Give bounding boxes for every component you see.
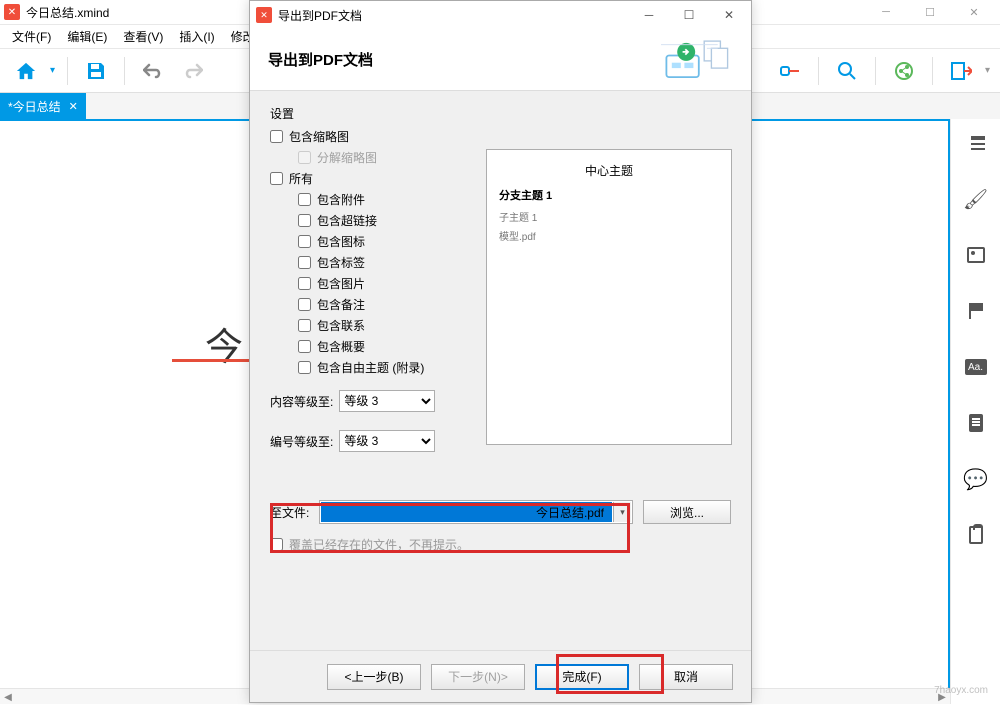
- checkbox-include-thumbnail[interactable]: 包含缩略图: [270, 128, 731, 145]
- image-icon[interactable]: [964, 243, 988, 267]
- dialog-maximize-button[interactable]: ☐: [669, 2, 709, 28]
- menu-insert[interactable]: 插入(I): [173, 26, 220, 47]
- export-icon[interactable]: [945, 55, 977, 87]
- menu-view[interactable]: 查看(V): [117, 26, 169, 47]
- tab-close-icon[interactable]: ✕: [69, 100, 78, 113]
- menu-edit[interactable]: 编辑(E): [61, 26, 113, 47]
- main-close-button[interactable]: ✕: [952, 0, 996, 25]
- save-icon[interactable]: [80, 55, 112, 87]
- font-icon[interactable]: Aa.: [964, 355, 988, 379]
- canvas-title-underline: [172, 359, 258, 362]
- dialog-minimize-button[interactable]: ─: [629, 2, 669, 28]
- number-level-label: 编号等级至:: [270, 433, 333, 450]
- undo-icon[interactable]: [137, 55, 169, 87]
- settings-label: 设置: [270, 105, 731, 122]
- dialog-heading: 导出到PDF文档: [268, 49, 373, 70]
- outline-icon[interactable]: [964, 131, 988, 155]
- cancel-button[interactable]: 取消: [639, 664, 733, 690]
- file-label: 至文件:: [270, 504, 309, 521]
- topic-icon[interactable]: [774, 55, 806, 87]
- style-icon[interactable]: 🖌: [964, 187, 988, 211]
- back-button[interactable]: <上一步(B): [327, 664, 421, 690]
- preview-branch: 分支主题 1: [499, 187, 719, 203]
- dialog-footer: <上一步(B) 下一步(N)> 完成(F) 取消: [250, 650, 751, 702]
- content-level-select[interactable]: 等级 3: [339, 390, 435, 412]
- preview-center-topic: 中心主题: [499, 162, 719, 179]
- watermark: 7haoyx.com: [934, 685, 988, 696]
- preview-file: 模型.pdf: [499, 228, 719, 243]
- comments-icon[interactable]: 💬: [964, 467, 988, 491]
- file-path-value: 今日总结.pdf: [536, 504, 604, 521]
- browse-button[interactable]: 浏览...: [643, 500, 731, 524]
- marker-icon[interactable]: [964, 299, 988, 323]
- main-minimize-button[interactable]: ─: [864, 0, 908, 25]
- tab-title: *今日总结: [8, 98, 61, 115]
- number-level-select[interactable]: 等级 3: [339, 430, 435, 452]
- next-button: 下一步(N)>: [431, 664, 525, 690]
- dialog-close-button[interactable]: ✕: [709, 2, 749, 28]
- main-title: 今日总结.xmind: [26, 4, 109, 21]
- finish-button[interactable]: 完成(F): [535, 664, 629, 690]
- zoom-icon[interactable]: [831, 55, 863, 87]
- export-pdf-dialog: 导出到PDF文档 ─ ☐ ✕ 导出到PDF文档 设置 包含缩略图 分解缩略图 所…: [249, 0, 752, 703]
- right-panel: 🖌 Aa. 💬: [950, 119, 1000, 704]
- scroll-left-icon[interactable]: ◀: [0, 689, 16, 705]
- dialog-heading-row: 导出到PDF文档: [250, 29, 751, 91]
- content-level-label: 内容等级至:: [270, 393, 333, 410]
- file-path-combo[interactable]: 今日总结.pdf ▾: [319, 500, 633, 524]
- main-maximize-button[interactable]: ☐: [908, 0, 952, 25]
- document-tab[interactable]: *今日总结 ✕: [0, 93, 86, 119]
- preview-pane: 中心主题 分支主题 1 子主题 1 模型.pdf: [486, 149, 732, 445]
- task-icon[interactable]: [964, 523, 988, 547]
- menu-file[interactable]: 文件(F): [6, 26, 57, 47]
- share-icon[interactable]: [888, 55, 920, 87]
- dialog-app-icon: [256, 7, 272, 23]
- dialog-heading-graphic: [661, 36, 733, 84]
- dialog-titlebar: 导出到PDF文档 ─ ☐ ✕: [250, 1, 751, 29]
- notes-icon[interactable]: [964, 411, 988, 435]
- redo-icon[interactable]: [177, 55, 209, 87]
- checkbox-overwrite[interactable]: 覆盖已经存在的文件，不再提示。: [270, 536, 731, 553]
- preview-subtopic: 子主题 1: [499, 209, 719, 224]
- chevron-down-icon[interactable]: ▾: [613, 502, 631, 522]
- dialog-title-text: 导出到PDF文档: [278, 7, 362, 24]
- home-icon[interactable]: [10, 55, 42, 87]
- app-icon: [4, 4, 20, 20]
